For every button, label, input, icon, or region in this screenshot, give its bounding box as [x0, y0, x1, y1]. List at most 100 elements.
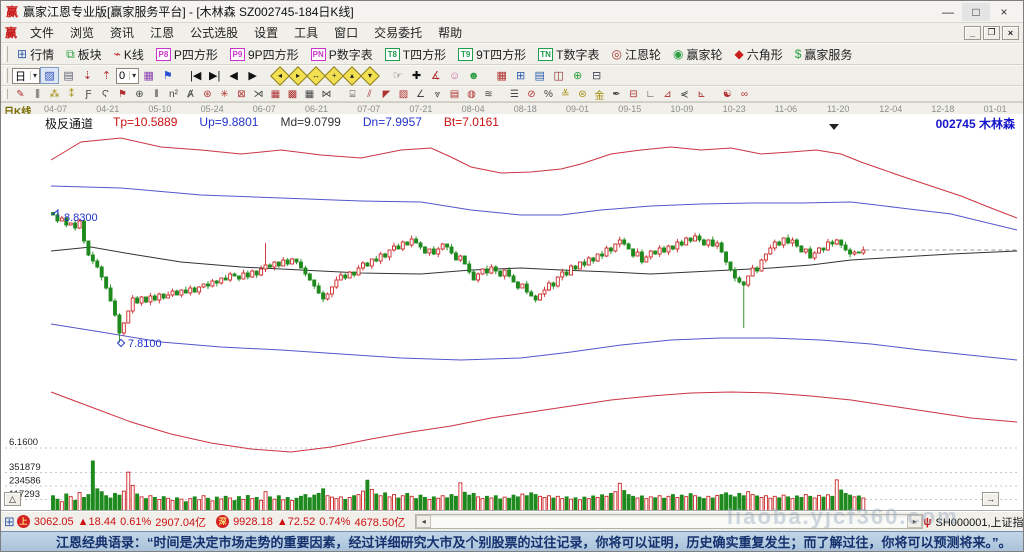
draw-tool-button-40[interactable]: ⋞ [676, 87, 693, 101]
draw-tool-button-21[interactable]: ⫽ [361, 87, 378, 101]
chart-scroll-left-button[interactable]: △ [4, 492, 21, 506]
draw-tool-button-35[interactable]: 金 [591, 87, 608, 102]
group-face-button[interactable]: ☻ [464, 67, 483, 84]
maximize-button[interactable]: □ [962, 2, 990, 21]
refresh-button[interactable]: ⊕ [568, 67, 587, 84]
draw-tool-button-28[interactable]: ≋ [480, 87, 497, 101]
draw-tool-button-39[interactable]: ⊿ [659, 87, 676, 101]
menu-item-6[interactable]: 工具 [286, 23, 326, 42]
gann-wheel-button[interactable]: ◎ 江恩轮 [606, 44, 666, 65]
draw-tool-button-16[interactable]: ▩ [284, 87, 301, 101]
next-bar-button[interactable]: ▶ [243, 67, 262, 84]
winner-service-button[interactable]: $ 赢家服务 [790, 44, 858, 65]
draw-tool-button-2[interactable]: ⁂ [46, 87, 63, 101]
kline-button[interactable]: ⌁ K线 [109, 44, 149, 65]
mdi-close-button[interactable]: × [1002, 25, 1019, 40]
draw-tool-button-41[interactable]: ⊾ [693, 87, 710, 101]
draw-tool-button-33[interactable]: ≚ [557, 87, 574, 101]
draw-tool-button-44[interactable]: ∞ [736, 87, 753, 101]
winner-wheel-button[interactable]: ◉ 赢家轮 [668, 44, 728, 65]
draw-tool-button-4[interactable]: Ƒ [80, 87, 97, 101]
draw-tool-button-0[interactable]: ✎ [12, 87, 29, 101]
draw-tool-button-15[interactable]: ▦ [267, 87, 284, 101]
scrollbar-left-arrow[interactable]: ◂ [416, 515, 432, 528]
draw-tool-button-20[interactable]: ⌸ [344, 87, 361, 101]
draw-tool-button-37[interactable]: ⊟ [625, 87, 642, 101]
draw-tool-button-24[interactable]: ∠ [412, 87, 429, 101]
draw-tool-button-8[interactable]: ⫴ [148, 87, 165, 101]
mdi-restore-button[interactable]: ❐ [983, 25, 1000, 40]
notebook-button[interactable]: ▤ [530, 67, 549, 84]
draw-tool-button-5[interactable]: Ϛ [97, 87, 114, 101]
menu-item-9[interactable]: 帮助 [430, 23, 470, 42]
draw-tool-button-10[interactable]: Ⱥ [182, 87, 199, 101]
draw-tool-button-26[interactable]: ▤ [446, 87, 463, 101]
restore-dropdown[interactable]: 0 ▾ [116, 67, 140, 84]
menu-item-1[interactable]: 浏览 [62, 23, 102, 42]
draw-tool-button-9[interactable]: n² [165, 87, 182, 101]
9p-square-button[interactable]: P9 9P四方形 [225, 44, 304, 65]
draw-tool-button-18[interactable]: ⋈ [318, 87, 335, 101]
draw-tool-button-17[interactable]: ▦ [301, 87, 318, 101]
info-panel-button[interactable]: ▤ [59, 67, 78, 84]
indicator-up-button[interactable]: ⇡ [97, 67, 116, 84]
draw-tool-button-34[interactable]: ⊜ [574, 87, 591, 101]
menu-item-8[interactable]: 交易委托 [366, 23, 430, 42]
draw-tool-button-32[interactable]: % [540, 87, 557, 101]
quote-button[interactable]: ⊞ 行情 [12, 44, 59, 65]
hexagon-button[interactable]: ◆ 六角形 [729, 44, 787, 65]
current-index-status[interactable]: ψ SH000001,上证指数 [923, 514, 1023, 530]
p-square-button[interactable]: P8 P四方形 [151, 44, 223, 65]
draw-tool-button-27[interactable]: ◍ [463, 87, 480, 101]
menu-item-2[interactable]: 资讯 [102, 23, 142, 42]
draw-tool-button-6[interactable]: ⚑ [114, 87, 131, 101]
hand-tool-button[interactable]: ☞ [388, 67, 407, 84]
chart-type-button[interactable]: ▨ [40, 67, 60, 84]
workstation-button[interactable]: ⊟ [587, 67, 606, 84]
mdi-minimize-button[interactable]: _ [964, 25, 981, 40]
save-layout-button[interactable]: ◫ [549, 67, 568, 84]
minimize-button[interactable]: — [934, 3, 962, 21]
calculator-button[interactable]: ⊞ [511, 67, 530, 84]
first-bar-button[interactable]: |◀ [186, 67, 205, 84]
close-button[interactable]: × [990, 3, 1018, 21]
indicator-down-button[interactable]: ⇣ [78, 67, 97, 84]
chart-scroll-right-button[interactable]: → [982, 492, 999, 506]
draw-tool-button-13[interactable]: ⊠ [233, 87, 250, 101]
calendar-button[interactable]: ▦ [492, 67, 511, 84]
grid-overlay-button[interactable]: ▦ [139, 67, 158, 84]
sz-index-quote[interactable]: 深 9928.18 ▲72.52 0.74% 4678.50亿 [216, 514, 405, 530]
draw-tool-button-12[interactable]: ✳ [216, 87, 233, 101]
draw-tool-button-36[interactable]: ✒ [608, 87, 625, 101]
draw-tool-button-31[interactable]: ⊘ [523, 87, 540, 101]
diamond-down-button[interactable]: ▾ [360, 65, 381, 86]
draw-tool-button-3[interactable]: ⁑ [63, 87, 80, 101]
last-bar-button[interactable]: ▶| [205, 67, 224, 84]
menu-item-3[interactable]: 江恩 [142, 23, 182, 42]
draw-tool-button-38[interactable]: ∟ [642, 87, 659, 101]
menu-item-7[interactable]: 窗口 [326, 23, 366, 42]
t-square-button[interactable]: T8 T四方形 [380, 44, 451, 65]
prev-bar-button[interactable]: ◀ [224, 67, 243, 84]
draw-tool-button-23[interactable]: ▨ [395, 87, 412, 101]
sh-index-quote[interactable]: 上 3062.05 ▲18.44 0.61% 2907.04亿 [16, 514, 206, 530]
flag-tool-button[interactable]: ⚑ [158, 67, 177, 84]
sector-button[interactable]: ⧉ 板块 [61, 44, 107, 65]
angle-measure-button[interactable]: ∡ [426, 67, 445, 84]
draw-tool-button-7[interactable]: ⊕ [131, 87, 148, 101]
draw-tool-button-43[interactable]: ☯ [719, 87, 736, 101]
t-table-button[interactable]: TN T数字表 [533, 44, 604, 65]
draw-tool-button-30[interactable]: ☰ [506, 87, 523, 101]
p-table-button[interactable]: PN P数字表 [306, 44, 378, 65]
9t-square-button[interactable]: T9 9T四方形 [453, 44, 531, 65]
draw-tool-button-1[interactable]: ⫼ [29, 87, 46, 101]
menu-item-5[interactable]: 设置 [246, 23, 286, 42]
draw-tool-button-25[interactable]: ⩔ [429, 87, 446, 101]
menu-item-0[interactable]: 文件 [22, 23, 62, 42]
chart-h-scrollbar[interactable]: ◂ ▸ [415, 514, 924, 529]
kline-chart[interactable]: 8.83007.81006.1600351879234586117293 [1, 114, 1023, 511]
quote-grid-icon[interactable]: ⊞ [4, 515, 15, 528]
draw-tool-button-22[interactable]: ◤ [378, 87, 395, 101]
draw-tool-button-14[interactable]: ⋊ [250, 87, 267, 101]
menu-item-4[interactable]: 公式选股 [182, 23, 246, 42]
